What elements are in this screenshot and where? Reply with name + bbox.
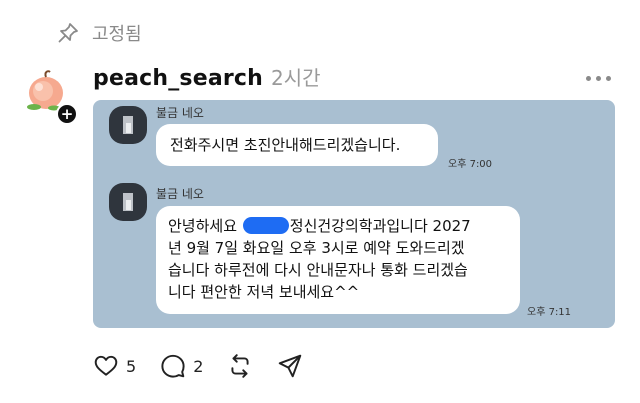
sender-avatar xyxy=(109,106,147,144)
pin-icon xyxy=(58,23,78,43)
chat-message-line: 년 9월 7일 화요일 오후 3시로 예약 도와드리겠 xyxy=(168,239,465,257)
sender-name: 불금 네오 xyxy=(156,187,204,201)
repost-icon xyxy=(231,354,249,378)
chat-message-line: 안녕하세요 정신건강의학과입니다 2027 xyxy=(168,217,471,235)
heart-icon xyxy=(94,355,118,376)
sender-name: 불금 네오 xyxy=(156,106,204,120)
more-options-icon[interactable] xyxy=(586,72,616,84)
pinned-label: 고정됨 xyxy=(92,24,142,45)
chat-screenshot-image[interactable]: 불금 네오 전화주시면 초진안내해드리겠습니다. 오후 7:00 불금 네오 안… xyxy=(93,100,615,328)
username[interactable]: peach_search xyxy=(93,66,263,91)
message-time: 오후 7:11 xyxy=(527,307,572,318)
follow-plus-button[interactable]: + xyxy=(56,103,78,125)
post-header: peach_search 2시간 xyxy=(93,62,321,94)
chat-message-text: 전화주시면 초진안내해드리겠습니다. xyxy=(170,136,401,154)
comment-icon xyxy=(161,354,185,378)
message-time: 오후 7:00 xyxy=(448,159,493,170)
pinned-indicator: 고정됨 xyxy=(56,20,142,46)
chat-message-line: 습니다 하루전에 다시 안내문자나 통화 드리겠습 xyxy=(168,261,468,279)
reply-button[interactable]: 2 xyxy=(160,353,203,379)
like-count: 5 xyxy=(126,356,137,376)
post-actions: 5 2 xyxy=(93,350,327,382)
reply-count: 2 xyxy=(193,356,204,376)
share-button[interactable] xyxy=(277,353,303,379)
post-time: 2시간 xyxy=(271,66,321,90)
send-icon xyxy=(279,354,302,378)
redaction-mark xyxy=(242,217,289,234)
chat-bubble: 전화주시면 초진안내해드리겠습니다. xyxy=(156,124,438,166)
chat-message-line: 니다 편안한 저녁 보내세요^^ xyxy=(168,283,360,301)
sender-avatar xyxy=(109,183,147,221)
repost-button[interactable] xyxy=(227,353,253,379)
like-button[interactable]: 5 xyxy=(93,353,136,379)
chat-bubble: 안녕하세요 정신건강의학과입니다 2027 년 9월 7일 화요일 오후 3시로… xyxy=(156,206,520,314)
